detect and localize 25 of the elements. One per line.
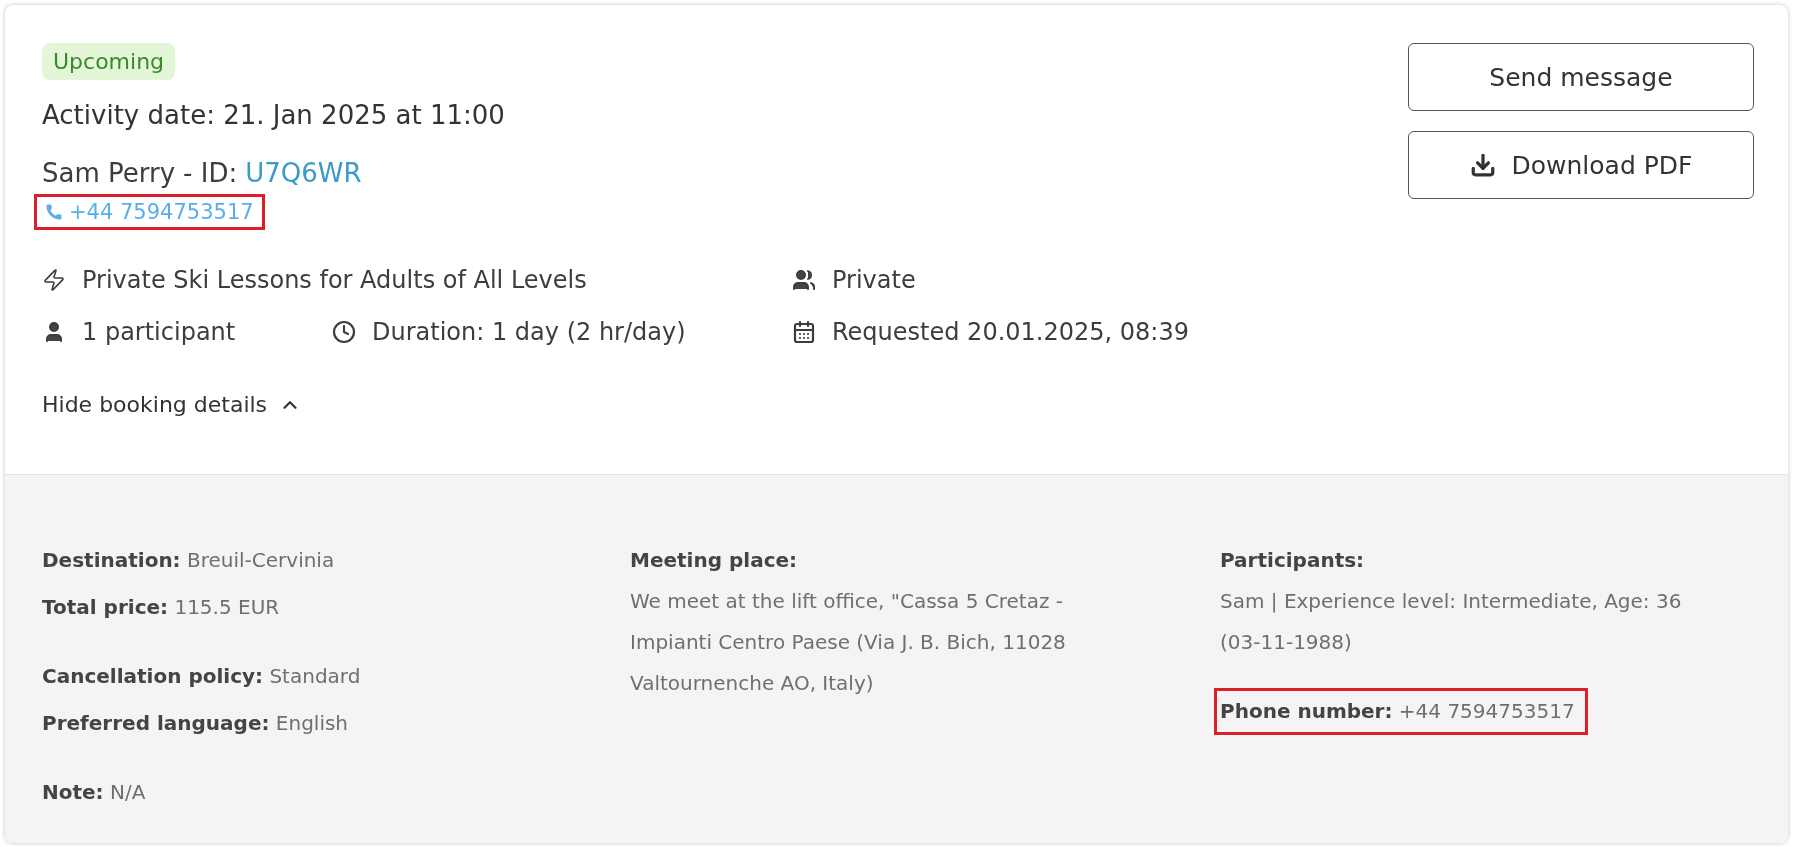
info-text: Requested 20.01.2025, 08:39 <box>832 318 1189 346</box>
group-icon <box>792 268 816 292</box>
activity-date: Activity date: 21. Jan 2025 at 11:00 <box>42 100 505 130</box>
detail-line: Note: N/A <box>41 779 147 806</box>
info-text: Private Ski Lessons for Adults of All Levels <box>82 266 587 294</box>
info-text: Private <box>832 266 916 294</box>
calendar-icon <box>792 320 816 344</box>
download-pdf-button[interactable]: Download PDF <box>1408 131 1754 199</box>
info-text: 1 participant <box>82 318 236 346</box>
info-text: Duration: 1 day (2 hr/day) <box>372 318 686 346</box>
detail-line: Destination: Breuil-Cervinia <box>41 547 336 574</box>
detail-line: Participants: Sam | Experience level: Intermediate, Age: 36 (03-11-1988) <box>1219 547 1683 656</box>
detail-line: Total price: 115.5 EUR <box>41 594 281 621</box>
detail-line: Cancellation policy: Standard <box>41 663 362 690</box>
download-icon <box>1469 152 1496 178</box>
hide-details-toggle[interactable]: Hide booking details <box>42 392 302 417</box>
lightning-icon <box>42 268 66 292</box>
clock-icon <box>332 320 356 344</box>
customer-name: Sam Perry <box>42 158 176 188</box>
id-label: - ID: <box>183 158 238 188</box>
status-badge: Upcoming <box>42 43 176 80</box>
phone-icon <box>45 203 63 221</box>
detail-line: Preferred language: English <box>41 710 350 737</box>
detail-line: Meeting place: We meet at the lift office, "Cassa 5 Cretaz - Impianti Centro Paese (Via J. B. Bich, 11028 Valtournenche AO, Italy) <box>629 547 1067 697</box>
send-message-button[interactable]: Send message <box>1408 43 1754 111</box>
